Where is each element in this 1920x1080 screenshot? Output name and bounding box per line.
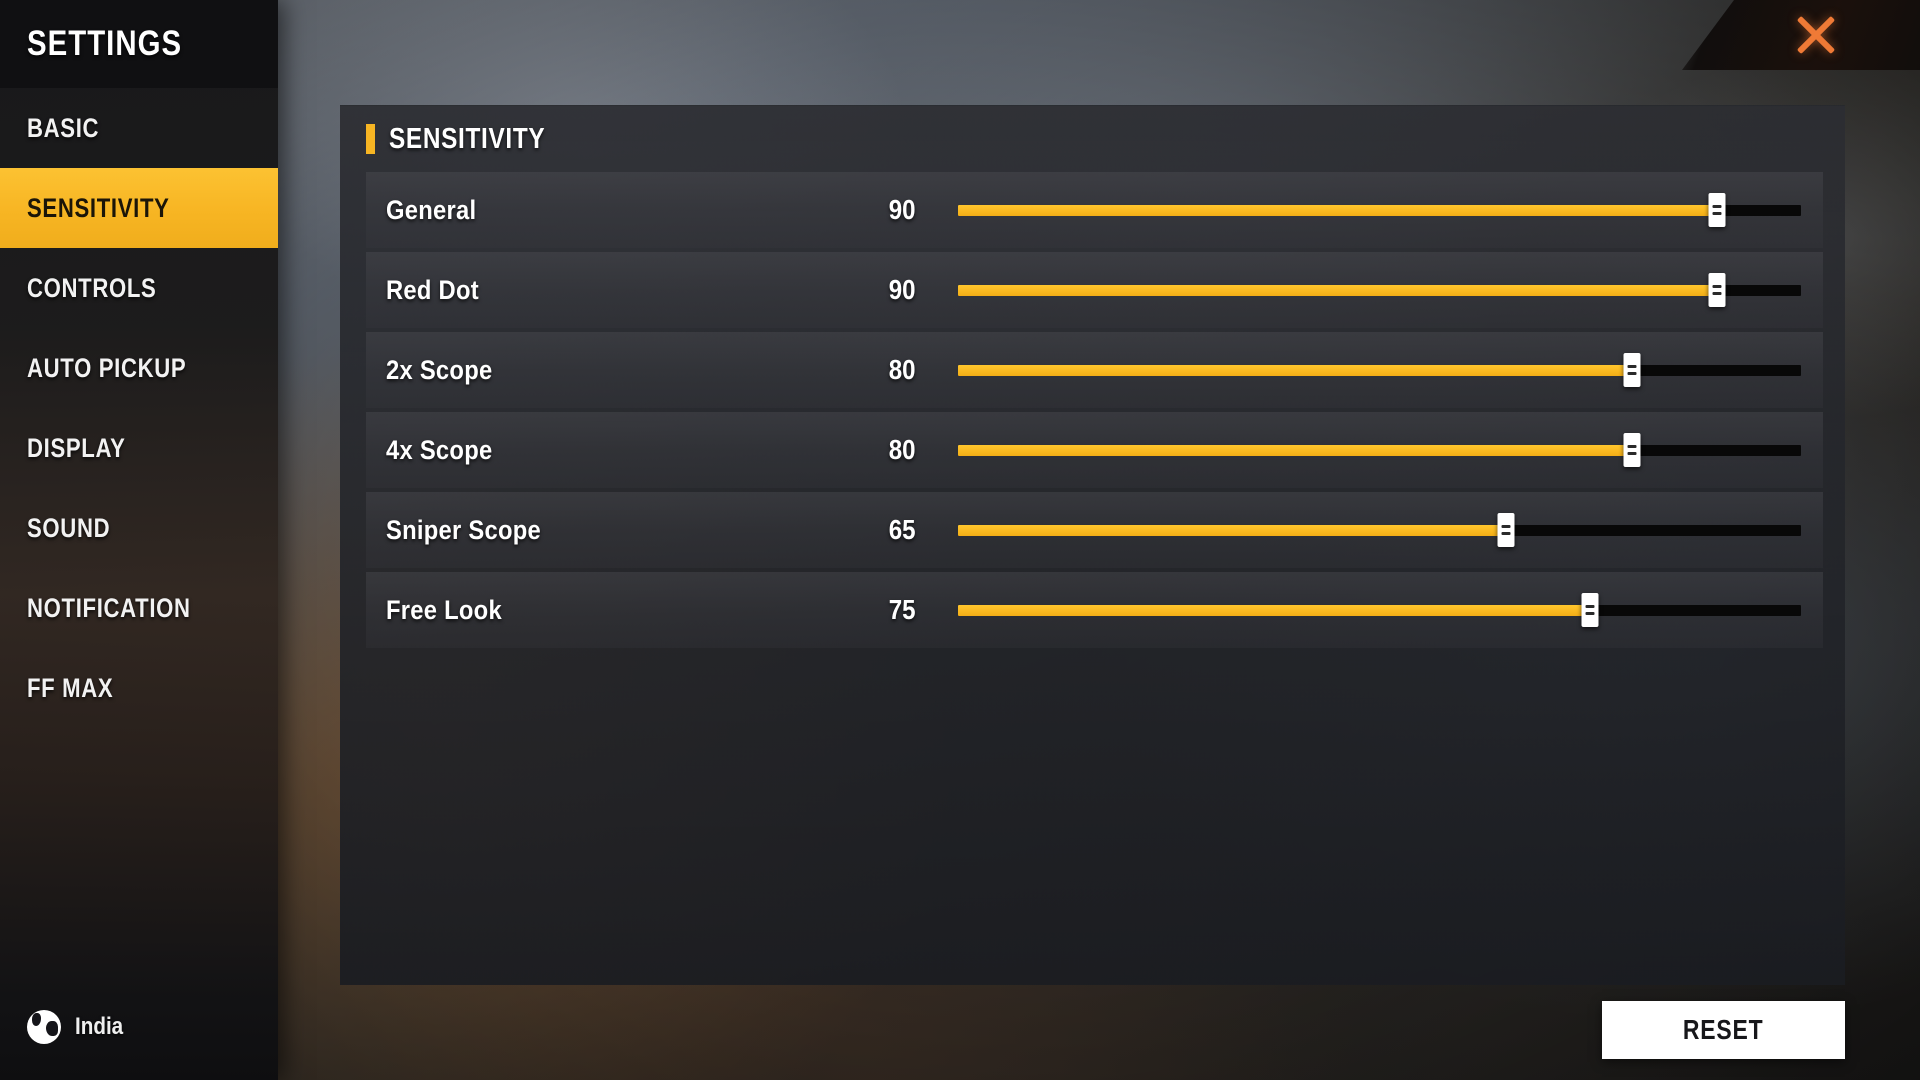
slider-thumb[interactable]: [1497, 513, 1515, 547]
sidebar-item-sensitivity[interactable]: SENSITIVITY: [0, 168, 278, 248]
sidebar-item-controls[interactable]: CONTROLS: [0, 248, 278, 328]
slider-thumb[interactable]: [1623, 353, 1641, 387]
globe-icon: [27, 1010, 61, 1044]
section-header: SENSITIVITY: [340, 106, 1845, 172]
sidebar-item-label: SENSITIVITY: [27, 192, 170, 223]
sidebar-item-label: AUTO PICKUP: [27, 352, 187, 383]
setting-value: 75: [888, 594, 916, 625]
slider-thumb[interactable]: [1581, 593, 1599, 627]
slider-4x-scope[interactable]: [958, 430, 1801, 470]
slider-sniper-scope[interactable]: [958, 510, 1801, 550]
setting-label: 4x Scope: [386, 434, 493, 465]
region-label: India: [75, 1013, 124, 1040]
sidebar-item-label: SOUND: [27, 512, 111, 543]
setting-value: 80: [888, 434, 916, 465]
settings-list: General 90 Red Dot 90 2x Scope 80 4x Scope 80 Sn…: [340, 172, 1845, 648]
sidebar-item-label: BASIC: [27, 112, 100, 143]
slider-thumb[interactable]: [1623, 433, 1641, 467]
slider-general[interactable]: [958, 190, 1801, 230]
close-icon: [1793, 12, 1839, 58]
sidebar-item-ff-max[interactable]: FF MAX: [0, 648, 278, 728]
slider-free-look[interactable]: [958, 590, 1801, 630]
sidebar-item-notification[interactable]: NOTIFICATION: [0, 568, 278, 648]
setting-label: Sniper Scope: [386, 514, 542, 545]
sidebar-item-sound[interactable]: SOUND: [0, 488, 278, 568]
slider-fill: [958, 524, 1506, 536]
setting-value: 65: [888, 514, 916, 545]
content-panel: SENSITIVITY General 90 Red Dot 90 2x Scope 80…: [340, 105, 1845, 985]
slider-2x-scope[interactable]: [958, 350, 1801, 390]
setting-row-general: General 90: [366, 172, 1823, 248]
setting-row-free-look: Free Look 75: [366, 572, 1823, 648]
sidebar-item-label: NOTIFICATION: [27, 592, 191, 623]
region-selector[interactable]: India: [27, 1010, 131, 1044]
setting-row-sniper-scope: Sniper Scope 65: [366, 492, 1823, 568]
slider-fill: [958, 284, 1717, 296]
sidebar-item-basic[interactable]: BASIC: [0, 88, 278, 168]
sidebar-item-label: FF MAX: [27, 672, 114, 703]
page-title: SETTINGS: [27, 24, 183, 63]
sidebar-item-label: CONTROLS: [27, 272, 157, 303]
settings-screen: SETTINGS BASIC SENSITIVITY CONTROLS AUTO PI…: [0, 0, 1920, 1080]
slider-thumb[interactable]: [1708, 273, 1726, 307]
setting-label: General: [386, 194, 477, 225]
setting-value: 90: [888, 274, 916, 305]
sidebar-header: SETTINGS: [0, 0, 278, 88]
sidebar-item-auto-pickup[interactable]: AUTO PICKUP: [0, 328, 278, 408]
setting-row-2x-scope: 2x Scope 80: [366, 332, 1823, 408]
reset-button-label: RESET: [1683, 1014, 1764, 1045]
section-accent-bar: [366, 124, 375, 154]
slider-thumb[interactable]: [1708, 193, 1726, 227]
setting-label: 2x Scope: [386, 354, 493, 385]
sidebar-item-display[interactable]: DISPLAY: [0, 408, 278, 488]
slider-fill: [958, 444, 1633, 456]
sidebar-item-label: DISPLAY: [27, 432, 126, 463]
setting-label: Red Dot: [386, 274, 479, 305]
setting-value: 90: [888, 194, 916, 225]
setting-label: Free Look: [386, 594, 502, 625]
sidebar-nav: BASIC SENSITIVITY CONTROLS AUTO PICKUP DISPL…: [0, 88, 278, 728]
slider-fill: [958, 204, 1717, 216]
section-title: SENSITIVITY: [389, 122, 546, 155]
reset-button[interactable]: RESET: [1602, 1001, 1845, 1059]
slider-fill: [958, 604, 1591, 616]
slider-fill: [958, 364, 1633, 376]
slider-red-dot[interactable]: [958, 270, 1801, 310]
setting-row-red-dot: Red Dot 90: [366, 252, 1823, 328]
setting-row-4x-scope: 4x Scope 80: [366, 412, 1823, 488]
sidebar: SETTINGS BASIC SENSITIVITY CONTROLS AUTO PI…: [0, 0, 278, 1080]
setting-value: 80: [888, 354, 916, 385]
